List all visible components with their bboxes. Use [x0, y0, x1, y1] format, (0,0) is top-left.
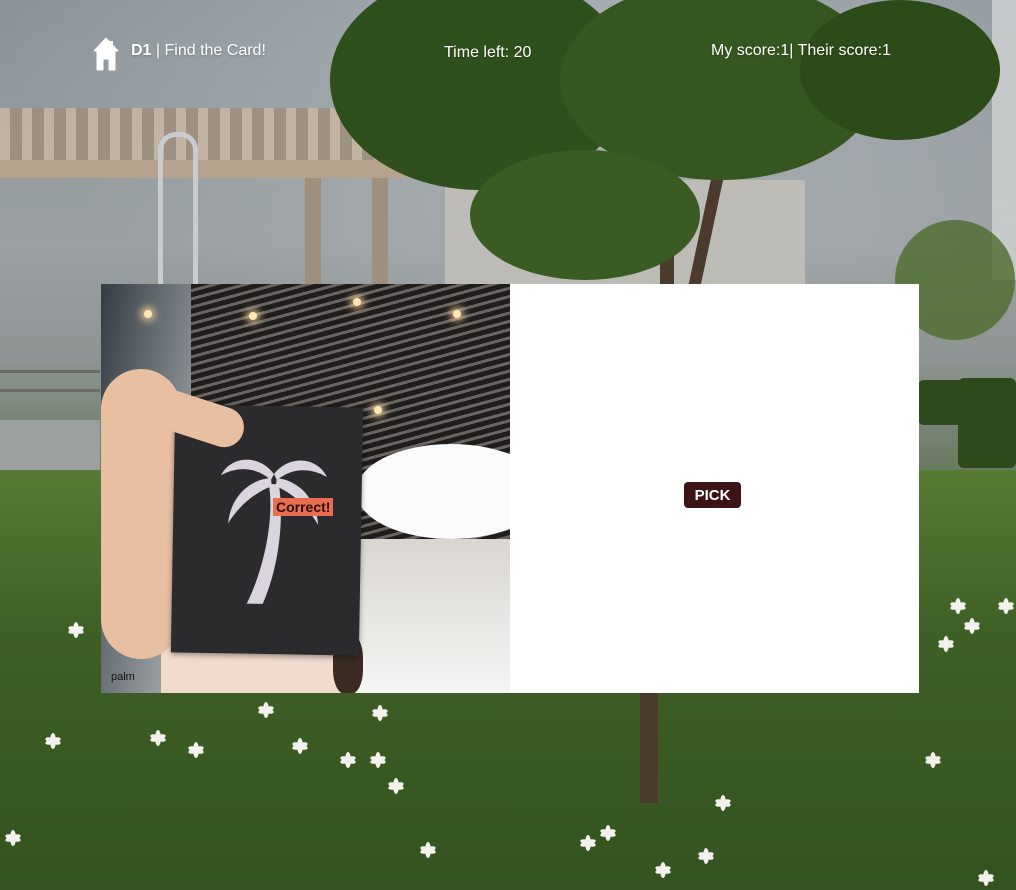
- level-label: D1: [131, 42, 152, 59]
- flower: [4, 830, 22, 846]
- hedge: [958, 378, 1016, 468]
- ceiling-light: [249, 312, 257, 320]
- tree-trunk: [640, 693, 658, 803]
- result-label: Correct!: [273, 498, 334, 516]
- held-card: [170, 404, 364, 656]
- flower: [697, 848, 715, 864]
- flower: [291, 738, 309, 754]
- page-title: D1 | Find the Card!: [131, 42, 266, 60]
- flower: [937, 636, 955, 652]
- ceiling-light: [374, 406, 382, 414]
- game-title: Find the Card!: [164, 42, 266, 59]
- flower: [387, 778, 405, 794]
- ceiling-light: [144, 310, 152, 318]
- score-display: My score:1| Their score:1: [711, 42, 891, 59]
- flower: [579, 835, 597, 851]
- timer: Time left: 20: [444, 44, 532, 61]
- flower: [257, 702, 275, 718]
- title-separator: |: [151, 42, 165, 59]
- tree-canopy: [470, 150, 700, 280]
- pick-button[interactable]: PICK: [684, 482, 741, 508]
- tree-canopy: [800, 0, 1000, 140]
- flower: [369, 752, 387, 768]
- flower: [599, 825, 617, 841]
- flower: [371, 705, 389, 721]
- flower: [924, 752, 942, 768]
- fence: [0, 370, 100, 392]
- home-icon: [93, 37, 119, 71]
- camera-feed: Correct! palm: [101, 284, 510, 693]
- flower: [67, 622, 85, 638]
- atrium-wall: [351, 539, 510, 693]
- flower: [949, 598, 967, 614]
- detected-card-label: palm: [111, 671, 135, 683]
- pergola-post: [372, 178, 388, 288]
- home-button[interactable]: [93, 37, 119, 71]
- hedge: [918, 380, 963, 425]
- ceiling-light: [353, 298, 361, 306]
- flower: [187, 742, 205, 758]
- flower: [44, 733, 62, 749]
- pick-panel: PICK: [510, 284, 919, 693]
- flower: [714, 795, 732, 811]
- flower: [149, 730, 167, 746]
- ceiling-light: [453, 310, 461, 318]
- flower: [963, 618, 981, 634]
- street-lamp: [158, 132, 198, 287]
- pergola-post: [305, 178, 321, 288]
- flower: [997, 598, 1015, 614]
- flower: [339, 752, 357, 768]
- flower: [977, 870, 995, 886]
- palm-tree-icon: [220, 459, 327, 604]
- flower: [419, 842, 437, 858]
- flower: [654, 862, 672, 878]
